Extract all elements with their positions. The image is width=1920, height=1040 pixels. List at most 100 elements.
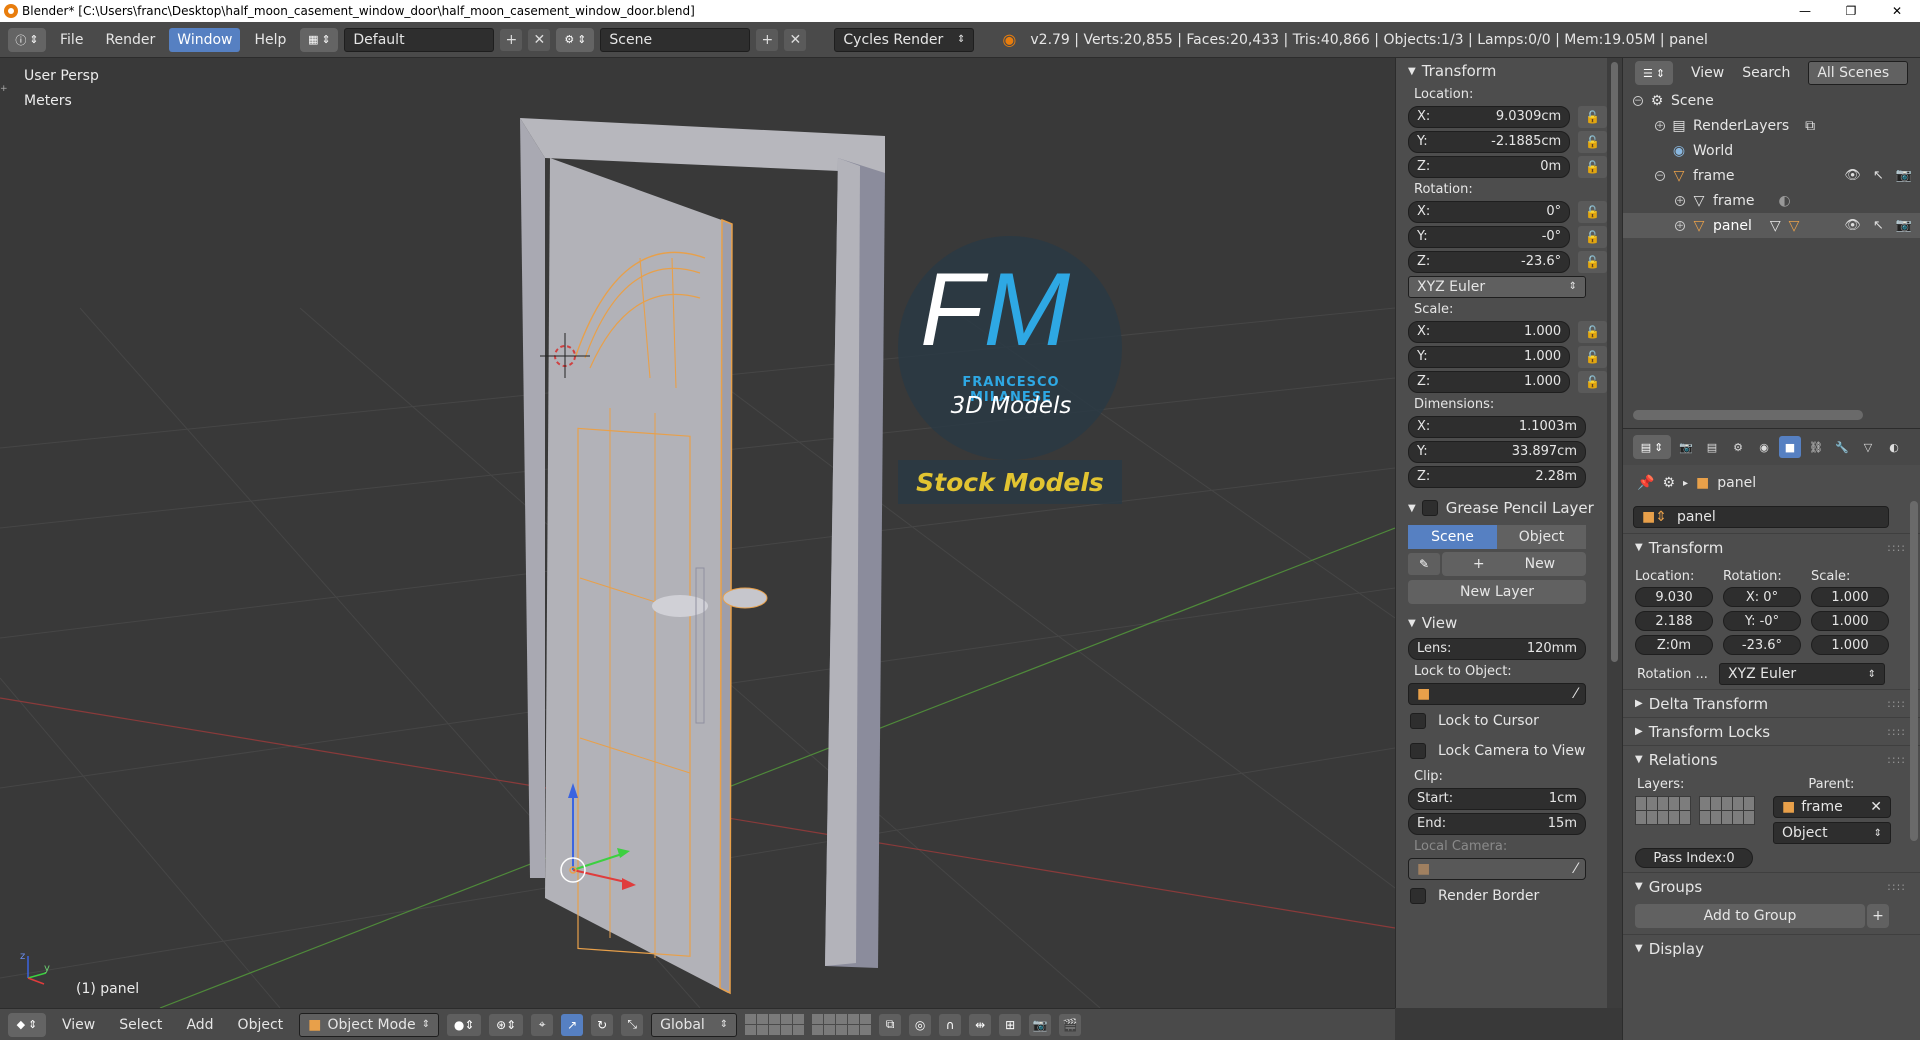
3d-viewport[interactable]: User Persp Meters + FM FM FRANCESCO MILA… xyxy=(0,58,1395,1008)
expand-icon[interactable]: + xyxy=(1675,195,1685,206)
eye-icon[interactable]: 👁 xyxy=(1844,168,1861,183)
dimensions-x-field[interactable]: X: 1.1003m xyxy=(1408,415,1586,438)
menu-help[interactable]: Help xyxy=(246,28,294,52)
scene-name-field[interactable]: Scene xyxy=(600,27,751,52)
translate-manipulator-icon[interactable]: ↗ xyxy=(561,1013,584,1036)
groups-header[interactable]: ▼ Groups:::: xyxy=(1623,872,1920,900)
props-rotation-y[interactable]: Y: -0° xyxy=(1723,611,1801,631)
clip-start-field[interactable]: Start: 1cm xyxy=(1408,787,1586,810)
view-panel-header[interactable]: ▼ View xyxy=(1396,610,1607,636)
minimize-button[interactable]: — xyxy=(1782,0,1828,22)
outliner-menu-view[interactable]: View xyxy=(1691,65,1724,81)
close-window-button[interactable]: ✕ xyxy=(1874,0,1920,22)
vp-menu-add[interactable]: Add xyxy=(178,1013,221,1037)
render-border-checkbox[interactable] xyxy=(1410,888,1426,904)
lock-icon[interactable]: 🔓 xyxy=(1578,200,1607,223)
props-scale-x[interactable]: 1.000 xyxy=(1811,587,1889,607)
render-engine-dropdown[interactable]: Cycles Render ⇕ xyxy=(834,27,975,52)
lock-icon[interactable]: 🔓 xyxy=(1578,250,1607,273)
menu-window[interactable]: Window xyxy=(169,27,241,52)
vp-menu-object[interactable]: Object xyxy=(230,1013,292,1037)
interaction-mode-dropdown[interactable]: ■ Object Mode ⇕ xyxy=(299,1012,440,1037)
transform-panel-header[interactable]: ▼ Transform xyxy=(1396,58,1607,84)
toolshelf-toggle-icon[interactable]: + xyxy=(0,84,8,94)
properties-scrollbar[interactable] xyxy=(1910,501,1918,841)
clip-end-field[interactable]: End: 15m xyxy=(1408,812,1586,835)
lock-to-cursor-checkbox[interactable] xyxy=(1410,713,1426,729)
outliner-row-frame-mesh[interactable]: + ▽ frame ◐ xyxy=(1623,188,1920,213)
dimensions-y-field[interactable]: Y: 33.897cm xyxy=(1408,440,1586,463)
snap-element-icon[interactable]: ⇹ xyxy=(969,1013,992,1036)
scene-tab-icon[interactable]: ⚙ xyxy=(1727,436,1749,458)
outliner-row-panel[interactable]: + ▽ panel ▽ ▽ 👁 ↖ 📷 xyxy=(1623,213,1920,238)
props-rotation-x[interactable]: X: 0° xyxy=(1723,587,1801,607)
pencil-icon[interactable]: ✎ xyxy=(1408,552,1440,575)
maximize-button[interactable]: ❐ xyxy=(1828,0,1874,22)
props-location-x[interactable]: 9.030 xyxy=(1635,587,1713,607)
rotate-manipulator-icon[interactable]: ↻ xyxy=(591,1013,614,1036)
add-group-plus-icon[interactable]: + xyxy=(1867,904,1889,928)
vp-menu-view[interactable]: View xyxy=(54,1013,103,1037)
scene-layers-grid-1[interactable] xyxy=(745,1014,805,1035)
snap-toggle-icon[interactable]: ∩ xyxy=(939,1013,962,1036)
pin-icon[interactable]: 📌 xyxy=(1637,475,1654,491)
rotation-mode-dropdown[interactable]: XYZ Euler ⇕ xyxy=(1408,275,1586,298)
manipulator-toggle-icon[interactable]: ⌖ xyxy=(531,1013,554,1036)
expand-icon[interactable]: + xyxy=(1675,220,1685,231)
lock-icon[interactable]: 🔓 xyxy=(1578,155,1607,178)
expand-icon[interactable]: + xyxy=(1655,120,1665,131)
scale-y-field[interactable]: Y: 1.000 xyxy=(1408,345,1571,368)
shelf-scrollbar[interactable] xyxy=(1607,58,1622,1008)
lock-icon[interactable]: 🔓 xyxy=(1578,345,1607,368)
render-tab-icon[interactable]: 📷 xyxy=(1675,436,1697,458)
outliner-row-world[interactable]: ◉ World xyxy=(1623,138,1920,163)
collapse-icon[interactable]: − xyxy=(1655,170,1665,181)
lock-icon[interactable]: 🔓 xyxy=(1578,225,1607,248)
outliner-row-scene[interactable]: − ⚙ Scene xyxy=(1623,88,1920,113)
cursor-select-icon[interactable]: ↖ xyxy=(1873,218,1884,233)
drag-grip-icon[interactable]: :::: xyxy=(1887,697,1906,710)
lock-icon[interactable]: 🔓 xyxy=(1578,370,1607,393)
add-scene-button[interactable]: + xyxy=(756,28,779,51)
eye-icon[interactable]: 👁 xyxy=(1844,218,1861,233)
grease-scene-option[interactable]: Scene xyxy=(1408,525,1497,549)
clear-parent-icon[interactable]: ✕ xyxy=(1870,799,1882,815)
info-editor-type-icon[interactable]: ⓘ ⇕ xyxy=(8,27,46,52)
scale-z-field[interactable]: Z: 1.000 xyxy=(1408,370,1571,393)
transform-orientation-dropdown[interactable]: Global ⇕ xyxy=(651,1012,738,1037)
object-layers-grid-1[interactable] xyxy=(1635,796,1691,825)
layout-name-field[interactable]: Default xyxy=(344,27,495,52)
menu-file[interactable]: File xyxy=(52,28,91,52)
3d-view-editor-type-icon[interactable]: ◆ ⇕ xyxy=(8,1012,46,1037)
parent-field[interactable]: ■ frame ✕ xyxy=(1773,796,1891,818)
props-scale-z[interactable]: 1.000 xyxy=(1811,635,1889,655)
eyedropper-icon[interactable]: ⁄ xyxy=(1575,686,1577,702)
snap-target-icon[interactable]: ⊞ xyxy=(999,1013,1022,1036)
drag-grip-icon[interactable]: :::: xyxy=(1887,880,1906,893)
camera-render-icon[interactable]: 📷 xyxy=(1896,168,1912,183)
opengl-animation-icon[interactable]: 🎬 xyxy=(1059,1013,1082,1036)
outliner-row-frame[interactable]: − ▽ frame 👁 ↖ 📷 xyxy=(1623,163,1920,188)
lock-camera-row[interactable]: Lock Camera to View xyxy=(1396,736,1607,766)
proportional-edit-icon[interactable]: ◎ xyxy=(909,1013,932,1036)
object-layers-grid-2[interactable] xyxy=(1699,796,1755,825)
props-rotation-mode-dropdown[interactable]: XYZ Euler ⇕ xyxy=(1719,663,1885,685)
grease-new-button[interactable]: + New xyxy=(1442,551,1586,576)
lock-to-cursor-row[interactable]: Lock to Cursor xyxy=(1396,706,1607,736)
world-tab-icon[interactable]: ◉ xyxy=(1753,436,1775,458)
transform-locks-header[interactable]: ▶ Transform Locks:::: xyxy=(1623,717,1920,745)
drag-grip-icon[interactable]: :::: xyxy=(1887,541,1906,554)
location-x-field[interactable]: X: 9.0309cm xyxy=(1408,105,1571,128)
add-to-group-button[interactable]: Add to Group xyxy=(1635,904,1865,928)
grease-pencil-panel-header[interactable]: ▼ Grease Pencil Layer xyxy=(1396,495,1607,521)
properties-editor-type-icon[interactable]: ▤ ⇕ xyxy=(1633,435,1671,459)
props-location-y[interactable]: 2.188 xyxy=(1635,611,1713,631)
scale-x-field[interactable]: X: 1.000 xyxy=(1408,320,1571,343)
modifiers-tab-icon[interactable]: 🔧 xyxy=(1831,436,1853,458)
shelf-scroll-thumb[interactable] xyxy=(1611,62,1618,662)
pivot-point-icon[interactable]: ⊛⇕ xyxy=(489,1013,524,1036)
camera-render-icon[interactable]: 📷 xyxy=(1896,218,1912,233)
rotation-x-field[interactable]: X: 0° xyxy=(1408,200,1571,223)
location-y-field[interactable]: Y: -2.1885cm xyxy=(1408,130,1571,153)
screen-layout-icon[interactable]: ▦ ⇕ xyxy=(300,27,339,52)
